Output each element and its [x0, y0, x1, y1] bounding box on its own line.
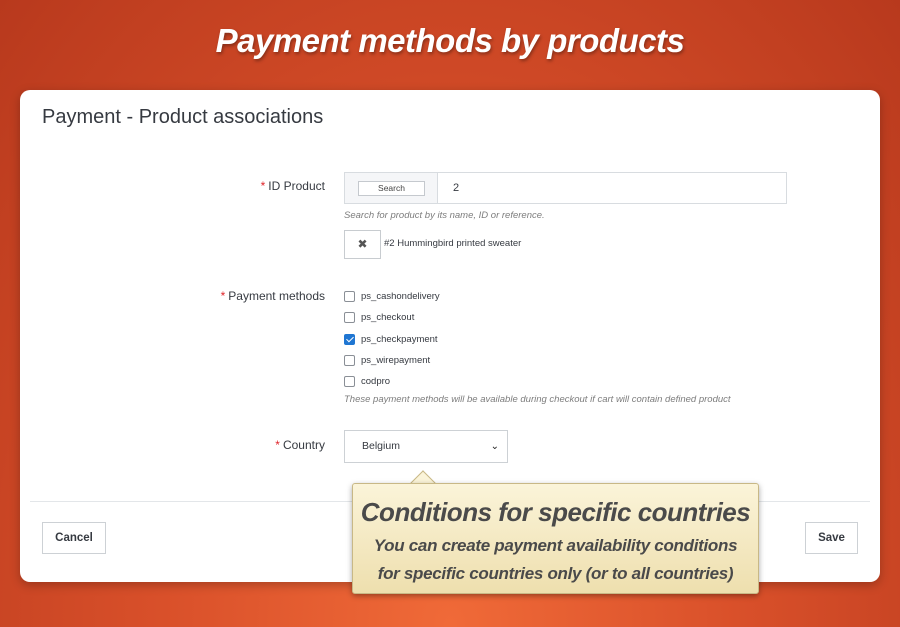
payment-methods-label: * Payment methods	[35, 289, 325, 303]
selected-product: #2 Hummingbird printed sweater	[384, 238, 522, 249]
payment-option[interactable]: ps_cashondelivery	[344, 289, 440, 303]
product-search-input[interactable]: 2	[453, 173, 459, 203]
payment-option[interactable]: ps_checkout	[344, 310, 414, 324]
callout-title: Conditions for specific countries	[360, 497, 751, 527]
checkbox-checked[interactable]	[344, 333, 355, 345]
payment-option[interactable]: ps_checkpayment	[344, 332, 438, 346]
payment-option-label: ps_cashondelivery	[361, 290, 440, 302]
banner-title: Payment methods by products	[215, 22, 685, 59]
checkbox[interactable]	[344, 375, 355, 387]
search-button[interactable]: Search	[358, 181, 425, 196]
country-select-value: Belgium	[362, 440, 400, 452]
id-product-help: Search for product by its name, ID or re…	[344, 210, 545, 221]
checkbox[interactable]	[344, 354, 355, 366]
remove-product-button[interactable]: ✖	[344, 230, 381, 259]
required-mark: *	[275, 438, 280, 452]
payment-option[interactable]: codpro	[344, 374, 390, 388]
payment-option[interactable]: ps_wirepayment	[344, 353, 430, 367]
payment-option-label: ps_checkout	[361, 311, 415, 323]
search-addon: Search	[345, 173, 438, 203]
checkbox[interactable]	[344, 290, 355, 302]
country-label: * Country	[35, 438, 325, 452]
payment-option-label: ps_wirepayment	[361, 354, 431, 366]
panel-title: Payment - Product associations	[42, 106, 324, 128]
payment-methods-label-text: Payment methods	[228, 289, 325, 303]
required-mark: *	[260, 179, 266, 193]
product-search-group: Search 2	[344, 172, 787, 204]
country-select[interactable]: Belgium ⌄	[344, 430, 508, 463]
callout-body: You can create payment availability cond…	[373, 536, 738, 583]
payment-methods-help: These payment methods will be available …	[344, 394, 731, 405]
country-label-text: Country	[282, 438, 325, 452]
checkbox[interactable]	[344, 311, 355, 323]
feature-callout: Conditions for specific countries You ca…	[352, 483, 759, 594]
chevron-down-icon: ⌄	[490, 441, 499, 452]
close-icon: ✖	[357, 237, 368, 251]
id-product-label-text: ID Product	[268, 179, 325, 193]
cancel-button[interactable]: Cancel	[42, 522, 106, 554]
required-mark: *	[220, 289, 226, 303]
save-button[interactable]: Save	[805, 522, 858, 554]
payment-option-label: codpro	[361, 375, 391, 387]
id-product-label: * ID Product	[35, 179, 325, 193]
payment-option-label: ps_checkpayment	[361, 333, 438, 345]
